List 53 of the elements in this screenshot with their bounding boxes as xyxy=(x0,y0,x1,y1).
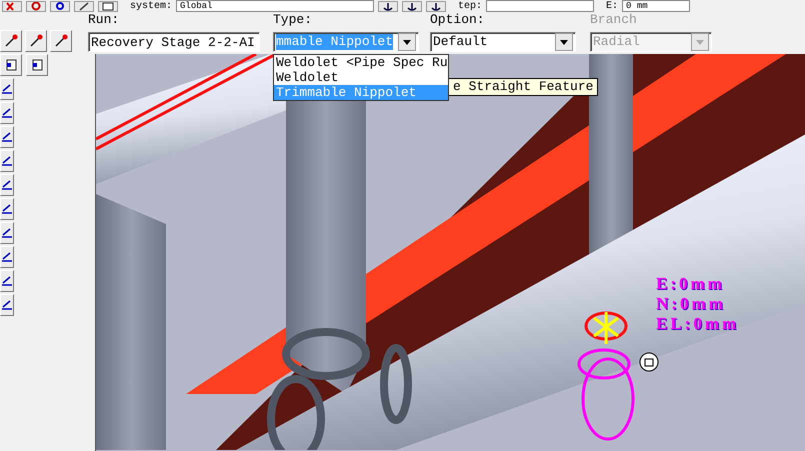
tool-button[interactable] xyxy=(0,126,14,148)
pipe-tool-icon xyxy=(1,274,13,288)
system-label: system: xyxy=(130,0,172,12)
toolbar-icon-button[interactable] xyxy=(426,0,446,12)
tool-button[interactable] xyxy=(0,102,14,124)
e-value-field[interactable]: 0 mm xyxy=(622,0,690,12)
tag-icon xyxy=(640,352,658,372)
option-dropdown[interactable]: Default xyxy=(430,32,576,52)
tool-button[interactable] xyxy=(0,270,14,292)
branch-label: Branch xyxy=(590,12,638,28)
arrow-icon xyxy=(29,34,43,48)
e-label: E: xyxy=(606,0,618,12)
toolbar-icon-button[interactable] xyxy=(74,0,94,12)
tool-button[interactable] xyxy=(26,54,48,76)
dropdown-option[interactable]: Weldolet xyxy=(274,70,448,85)
tool-button[interactable] xyxy=(0,198,14,220)
tool-button[interactable] xyxy=(0,174,14,196)
coordinate-label: EL:0mm xyxy=(656,314,740,334)
toolbar-icon-button[interactable] xyxy=(402,0,422,12)
pipe-tool-icon xyxy=(1,202,13,216)
tool-button[interactable] xyxy=(0,150,14,172)
arrow-icon xyxy=(4,34,18,48)
tool-button[interactable] xyxy=(50,30,72,52)
type-label: Type: xyxy=(273,12,314,28)
tool-button[interactable] xyxy=(0,294,14,316)
step-field[interactable] xyxy=(486,0,594,12)
system-dropdown[interactable]: Global xyxy=(176,0,374,12)
tool-button[interactable] xyxy=(0,54,22,76)
pipe-tool-icon xyxy=(1,154,13,168)
option-label: Option: xyxy=(430,12,486,28)
pipe-tool-icon xyxy=(1,82,13,96)
pipe-tool-icon xyxy=(1,178,13,192)
arrow-icon xyxy=(54,34,68,48)
pipe-tool-icon xyxy=(1,226,13,240)
toolbar-icon-button[interactable] xyxy=(98,0,118,12)
coordinate-label: N:0mm xyxy=(656,294,727,314)
coordinate-label: E:0mm xyxy=(656,274,726,294)
tool-button[interactable] xyxy=(25,30,47,52)
step-label: tep: xyxy=(458,0,482,12)
tool-button[interactable] xyxy=(0,246,14,268)
toolbar-icon-button[interactable] xyxy=(50,0,70,12)
tool-button[interactable] xyxy=(0,222,14,244)
pipe-tool-icon xyxy=(1,298,13,312)
run-field[interactable]: Recovery Stage 2-2-AI xyxy=(88,32,260,52)
toolbar-icon-button[interactable] xyxy=(378,0,398,12)
tool-button[interactable] xyxy=(0,30,22,52)
pipe-tool-icon xyxy=(1,106,13,120)
pipe-tool-icon xyxy=(1,250,13,264)
run-label: Run: xyxy=(88,12,120,28)
pipe-tool-icon xyxy=(1,130,13,144)
tooltip: e Straight Feature xyxy=(448,78,598,96)
tool-button[interactable] xyxy=(0,78,14,100)
dropdown-option[interactable]: Weldolet <Pipe Spec Ru xyxy=(274,55,448,70)
